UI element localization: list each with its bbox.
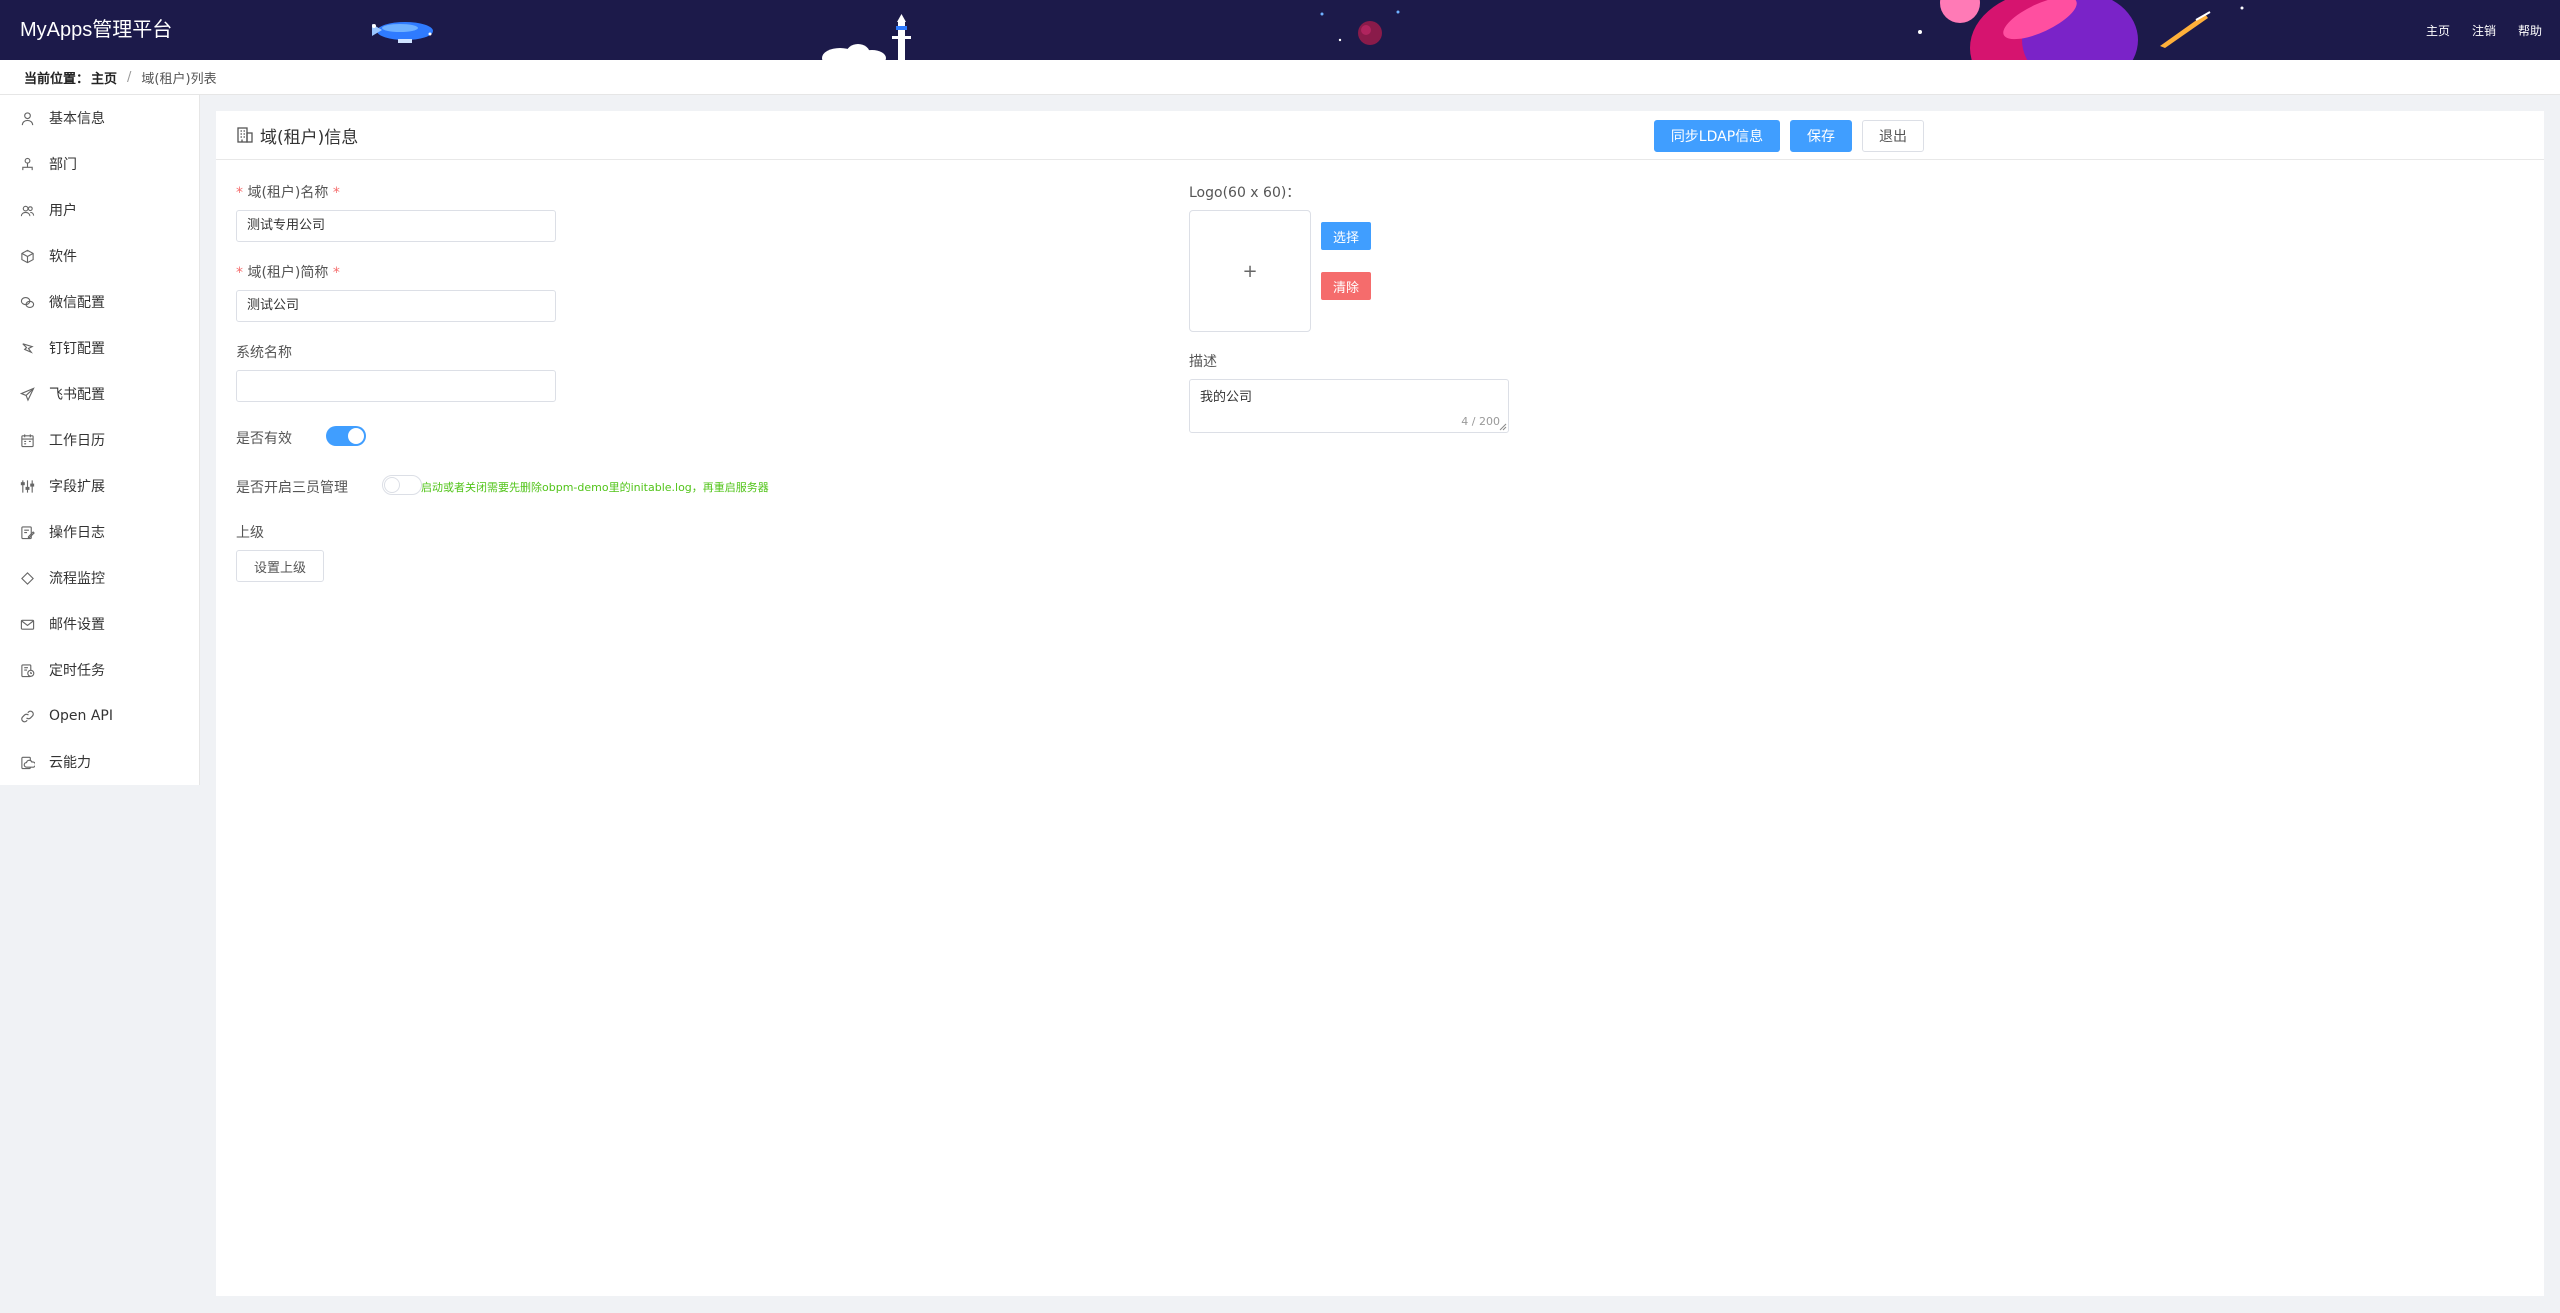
sidebar-item-label: 定时任务: [49, 663, 105, 679]
tenant-info-panel: 域(租户)信息 同步LDAP信息 保存 退出 * 域(租户)名称 * 测试专用公…: [216, 111, 2544, 1296]
cube-icon: [21, 249, 34, 263]
building-icon: [237, 127, 253, 143]
sidebar-item-cloud[interactable]: 云能力: [0, 739, 199, 785]
clear-logo-button[interactable]: 清除: [1321, 272, 1371, 300]
exit-button[interactable]: 退出: [1862, 120, 1924, 152]
tenant-name-label: * 域(租户)名称 *: [236, 185, 340, 201]
users-icon: [20, 205, 35, 216]
sidebar-item-mail-settings[interactable]: 邮件设置: [0, 601, 199, 647]
sidebar-item-software[interactable]: 软件: [0, 233, 199, 279]
tenant-short-name-label: * 域(租户)简称 *: [236, 265, 340, 281]
org-tree-icon: [22, 157, 33, 170]
system-name-label: 系统名称: [236, 345, 292, 361]
sidebar-item-label: Open API: [49, 708, 113, 724]
sidebar-item-label: 部门: [49, 157, 77, 173]
sidebar-item-feishu[interactable]: 飞书配置: [0, 371, 199, 417]
sidebar: 基本信息 部门 用户 软件 微信配置 钉钉配置 飞书配置 工作日历 字段扩展 操…: [0, 95, 200, 785]
top-header: MyApps管理平台 主页 注销 帮助: [0, 0, 2560, 60]
nav-logout-link[interactable]: 注销: [2472, 22, 2496, 39]
resize-grip-icon[interactable]: [1499, 423, 1507, 431]
sync-ldap-button[interactable]: 同步LDAP信息: [1654, 120, 1780, 152]
sidebar-item-calendar[interactable]: 工作日历: [0, 417, 199, 463]
choose-logo-button[interactable]: 选择: [1321, 222, 1371, 250]
sidebar-item-wechat[interactable]: 微信配置: [0, 279, 199, 325]
active-label: 是否有效: [236, 431, 292, 447]
sidebar-item-operation-log[interactable]: 操作日志: [0, 509, 199, 555]
link-icon: [21, 710, 34, 722]
sidebar-item-departments[interactable]: 部门: [0, 141, 199, 187]
sidebar-item-open-api[interactable]: Open API: [0, 693, 199, 739]
paper-plane-icon: [20, 386, 35, 402]
sidebar-item-label: 用户: [49, 203, 77, 219]
log-edit-icon: [21, 525, 35, 539]
logo-upload[interactable]: +: [1189, 210, 1311, 332]
panel-header: 域(租户)信息 同步LDAP信息 保存 退出: [216, 111, 2544, 160]
schedule-icon: [21, 663, 35, 677]
app-title: MyApps管理平台: [20, 19, 173, 41]
cloud-icon: [21, 756, 35, 769]
description-value: 我的公司: [1200, 390, 1253, 405]
panel-title-text: 域(租户)信息: [260, 127, 359, 148]
mail-icon: [20, 619, 35, 630]
description-label: 描述: [1189, 354, 1217, 370]
top-nav: 主页 注销 帮助: [2426, 0, 2542, 60]
sidebar-item-label: 软件: [49, 249, 77, 265]
dingtalk-icon: [22, 342, 34, 354]
tenant-short-name-input[interactable]: 测试公司: [236, 290, 556, 322]
sidebar-item-label: 微信配置: [49, 295, 105, 311]
wechat-icon: [20, 296, 35, 308]
tenant-name-input[interactable]: 测试专用公司: [236, 210, 556, 242]
system-name-input[interactable]: [236, 370, 556, 402]
three-admins-toggle[interactable]: [382, 475, 422, 495]
sidebar-item-users[interactable]: 用户: [0, 187, 199, 233]
breadcrumb-home[interactable]: 主页: [91, 68, 117, 87]
sidebar-item-label: 流程监控: [49, 571, 105, 587]
sidebar-item-scheduled-tasks[interactable]: 定时任务: [0, 647, 199, 693]
sidebar-item-field-extension[interactable]: 字段扩展: [0, 463, 199, 509]
sidebar-item-label: 邮件设置: [49, 617, 105, 633]
three-admins-hint: 启动或者关闭需要先删除obpm-demo里的initable.log，再重启服务…: [421, 481, 769, 494]
breadcrumb-label: 当前位置：: [24, 71, 90, 87]
breadcrumb: 当前位置： 主页 / 域(租户)列表: [0, 60, 2560, 95]
parent-label: 上级: [236, 525, 264, 541]
sidebar-item-process-monitor[interactable]: 流程监控: [0, 555, 199, 601]
user-outline-icon: [21, 111, 34, 125]
active-toggle[interactable]: [326, 426, 366, 446]
sidebar-item-label: 云能力: [49, 755, 91, 771]
header-illustration: [372, 0, 2244, 60]
breadcrumb-current: 域(租户)列表: [141, 71, 217, 87]
breadcrumb-separator: /: [127, 69, 132, 85]
calendar-icon: [21, 433, 34, 447]
set-parent-button[interactable]: 设置上级: [236, 550, 324, 582]
sidebar-item-label: 工作日历: [49, 433, 105, 449]
sidebar-item-label: 字段扩展: [49, 479, 105, 495]
three-admins-label: 是否开启三员管理: [236, 480, 348, 496]
nav-help-link[interactable]: 帮助: [2518, 22, 2542, 39]
description-char-count: 4 / 200: [1461, 415, 1500, 428]
description-textarea[interactable]: 我的公司 4 / 200: [1189, 379, 1509, 433]
sliders-icon: [20, 479, 35, 493]
sidebar-item-label: 飞书配置: [49, 387, 105, 403]
diamond-icon: [21, 571, 34, 585]
sidebar-item-label: 钉钉配置: [49, 341, 105, 357]
logo-label: Logo(60 x 60)：: [1189, 185, 1301, 201]
panel-title: 域(租户)信息: [236, 111, 358, 159]
sidebar-item-label: 操作日志: [49, 525, 105, 541]
sidebar-item-basic-info[interactable]: 基本信息: [0, 95, 199, 141]
nav-home-link[interactable]: 主页: [2426, 22, 2450, 39]
sidebar-item-label: 基本信息: [49, 111, 105, 127]
save-button[interactable]: 保存: [1790, 120, 1852, 152]
sidebar-item-dingtalk[interactable]: 钉钉配置: [0, 325, 199, 371]
